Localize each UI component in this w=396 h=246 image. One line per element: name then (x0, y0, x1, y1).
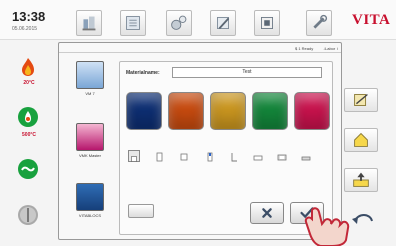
color-swatch-orange[interactable] (168, 92, 204, 130)
program-tool-icon[interactable] (76, 10, 102, 36)
vitablocs-icon (76, 183, 104, 211)
top-bar: 13:38 05.06.2015 VITA (0, 0, 396, 40)
vacuum-status-icon (18, 159, 38, 179)
pointing-hand-icon (304, 207, 350, 246)
crown-shape-icon[interactable] (128, 150, 140, 162)
export-button[interactable] (344, 168, 378, 192)
plate-shape-icon[interactable] (300, 150, 312, 162)
vmk-master-icon (76, 123, 104, 151)
labor-indicator: ↓Labor ↕ (323, 46, 339, 51)
edit-icon (354, 93, 368, 106)
ready-indicator: $ 1 Ready (295, 46, 314, 51)
material-name-input[interactable]: Test (172, 67, 322, 78)
temp-top-label: 20°C (23, 80, 35, 86)
vita-logo: VITA (352, 12, 391, 28)
home-button[interactable] (344, 128, 378, 152)
color-picker-button[interactable] (128, 204, 154, 218)
cancel-button[interactable] (250, 202, 284, 224)
material-vmk-master[interactable]: VMK Master (65, 123, 115, 158)
color-swatch-yellow[interactable] (210, 92, 246, 130)
bridge-shape-icon[interactable] (154, 150, 166, 162)
pencil-tool-icon[interactable] (210, 10, 236, 36)
material-vitablocs[interactable]: VITABLOCS (65, 183, 115, 218)
color-swatch-blue[interactable] (126, 92, 162, 130)
material-label: VM 7 (85, 91, 95, 96)
block-shape-icon[interactable] (276, 150, 288, 162)
edit-button[interactable] (344, 88, 378, 112)
vm7-bottle-icon (76, 61, 104, 89)
close-icon (262, 208, 272, 218)
kiln-temp-icon (18, 107, 38, 127)
tools-icon[interactable] (306, 10, 332, 36)
clock-time: 13:38 (12, 9, 46, 24)
veneer-shape-icon[interactable] (204, 150, 216, 162)
screen: 13:38 05.06.2015 VITA 20°C 500°C $ 1 Rea… (0, 0, 396, 246)
inlay-shape-icon[interactable] (178, 150, 190, 162)
material-label: VITABLOCS (78, 213, 102, 218)
material-label: VMK Master (78, 153, 101, 158)
dialog-header: $ 1 Ready ↓Labor ↕ (59, 43, 341, 53)
tray-shape-icon[interactable] (252, 150, 264, 162)
home-icon (354, 132, 368, 147)
color-swatch-pink[interactable] (294, 92, 330, 130)
power-status-icon (18, 205, 38, 225)
material-name-label: Materialname: (126, 70, 160, 76)
kiln-tool-icon[interactable] (254, 10, 280, 36)
upload-tray-icon (353, 172, 369, 187)
temp-kiln-label: 500°C (22, 132, 36, 138)
material-vm7[interactable]: VM 7 (65, 61, 115, 96)
status-column: 20°C 500°C (0, 40, 58, 246)
color-swatch-green[interactable] (252, 92, 288, 130)
heat-flame-icon (22, 58, 34, 76)
post-shape-icon[interactable] (228, 150, 240, 162)
settings-tool-icon[interactable] (166, 10, 192, 36)
clock-date: 05.06.2015 (12, 26, 38, 32)
program-list-icon[interactable] (120, 10, 146, 36)
